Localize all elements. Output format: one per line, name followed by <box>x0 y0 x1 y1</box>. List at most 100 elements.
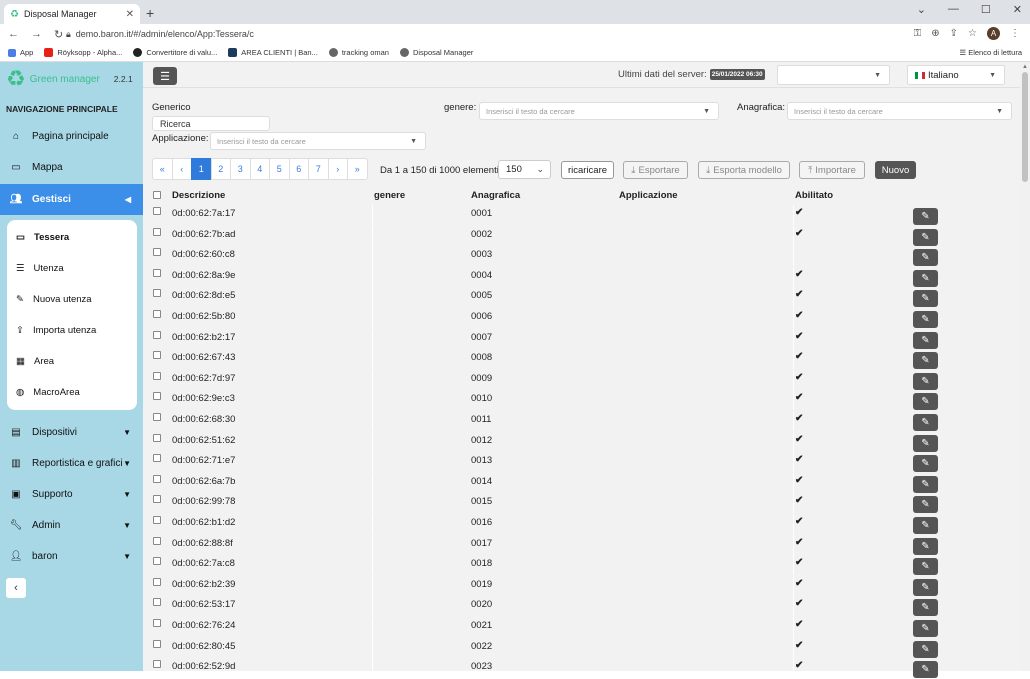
bookmark-disposal[interactable]: Disposal Manager <box>399 48 473 57</box>
row-checkbox[interactable] <box>153 619 161 627</box>
edit-button[interactable]: ✎ <box>913 558 938 576</box>
edit-button[interactable]: ✎ <box>913 352 938 370</box>
edit-button[interactable]: ✎ <box>913 475 938 493</box>
row-checkbox[interactable] <box>153 557 161 566</box>
share-icon[interactable]: ⇪ <box>950 28 958 39</box>
page-4[interactable]: 4 <box>249 158 270 180</box>
table-row[interactable]: 0d:00:62:8a:9e 0004 ✔ ✎ <box>143 266 1013 288</box>
table-row[interactable]: 0d:00:62:67:43 0008 ✔ ✎ <box>143 349 1013 370</box>
kebab-menu-icon[interactable]: ⋮ <box>1010 28 1020 39</box>
scroll-thumb[interactable] <box>1022 72 1028 182</box>
table-row[interactable]: 0d:00:62:88:8f 0017 ✔ ✎ <box>143 534 1013 556</box>
table-row[interactable]: 0d:00:62:60:c8 0003 ✎ <box>143 246 1013 267</box>
edit-button[interactable]: ✎ <box>913 578 938 596</box>
header-anagrafica[interactable]: Anagrafica <box>471 190 520 201</box>
edit-button[interactable]: ✎ <box>913 372 938 390</box>
key-icon[interactable]: ⚿ <box>914 28 922 39</box>
row-checkbox[interactable] <box>153 392 161 401</box>
table-row[interactable]: 0d:00:62:99:78 0015 ✔ ✎ <box>143 493 1013 514</box>
table-row[interactable]: 0d:00:62:52:9d 0023 ✔ ✎ <box>143 658 1013 679</box>
table-row[interactable]: 0d:00:62:5b:80 0006 ✔ ✎ <box>143 308 1013 329</box>
forward-icon[interactable]: → <box>31 28 42 41</box>
sidebar-item-gestisci[interactable]: 👥︎ Gestisci ◀ <box>0 184 143 215</box>
row-checkbox[interactable] <box>153 474 161 483</box>
table-row[interactable]: 0d:00:62:9e:c3 0010 ✔ ✎ <box>143 390 1013 411</box>
edit-button[interactable]: ✎ <box>913 269 938 287</box>
row-checkbox[interactable] <box>153 310 161 318</box>
per-page-select[interactable]: 150 ⌄ <box>498 160 551 179</box>
genere-search-select[interactable]: Inserisci il testo da cercare ▼ <box>479 102 719 120</box>
table-row[interactable]: 0d:00:62:b2:17 0007 ✔ ✎ <box>143 328 1013 350</box>
sidebar-item-map[interactable]: ▭ Mappa <box>0 152 143 183</box>
applicazione-search-select[interactable]: Inserisci il testo da cercare ▼ <box>210 132 426 150</box>
table-row[interactable]: 0d:00:62:53:17 0020 ✔ ✎ <box>143 596 1013 617</box>
submenu-item-utenza[interactable]: ☰ Utenza <box>7 253 137 284</box>
context-select[interactable]: ▼ <box>777 65 890 85</box>
edit-button[interactable]: ✎ <box>913 434 938 452</box>
edit-button[interactable]: ✎ <box>913 496 938 514</box>
export-button[interactable]: ⤓ Esportare <box>623 161 688 179</box>
row-checkbox[interactable] <box>153 227 161 236</box>
collapse-sidebar-button[interactable]: ‹ <box>6 578 26 598</box>
sidebar-item-admin[interactable]: 🔧︎ Admin ▼ <box>0 510 143 541</box>
star-icon[interactable]: ☆ <box>968 28 977 39</box>
table-row[interactable]: 0d:00:62:7a:c8 0018 ✔ ✎ <box>143 555 1013 576</box>
page-next[interactable]: › <box>327 158 348 180</box>
edit-button[interactable]: ✎ <box>913 331 938 349</box>
row-checkbox[interactable] <box>153 268 161 277</box>
edit-button[interactable]: ✎ <box>913 620 938 637</box>
close-window-icon[interactable]: ✕ <box>1013 3 1022 16</box>
sidebar-item-reportistica[interactable]: ▥ Reportistica e grafici ▼ <box>0 448 143 479</box>
submenu-item-importa-utenza[interactable]: ⇪ Importa utenza <box>7 315 137 346</box>
avatar[interactable]: A <box>987 27 1000 40</box>
edit-button[interactable]: ✎ <box>913 393 938 411</box>
edit-button[interactable]: ✎ <box>913 537 938 555</box>
table-row[interactable]: 0d:00:62:7a:17 0001 ✔ ✎ <box>143 205 1013 226</box>
row-checkbox[interactable] <box>153 495 161 504</box>
table-row[interactable]: 0d:00:62:51:62 0012 ✔ ✎ <box>143 431 1013 453</box>
page-3[interactable]: 3 <box>230 158 251 180</box>
row-checkbox[interactable] <box>153 351 161 360</box>
table-row[interactable]: 0d:00:62:b1:d2 0016 ✔ ✎ <box>143 514 1013 535</box>
header-applicazione[interactable]: Applicazione <box>619 190 678 201</box>
reload-icon[interactable]: ↻ <box>54 28 63 41</box>
table-row[interactable]: 0d:00:62:b2:39 0019 ✔ ✎ <box>143 575 1013 597</box>
row-checkbox[interactable] <box>153 207 161 215</box>
anagrafica-search-select[interactable]: Inserisci il testo da cercare ▼ <box>787 102 1012 120</box>
reload-button[interactable]: ricaricare <box>561 161 614 179</box>
close-tab-icon[interactable]: ✕ <box>126 9 134 20</box>
language-select[interactable]: Italiano ▼ <box>907 65 1005 85</box>
zoom-icon[interactable]: ⊕ <box>931 28 939 39</box>
header-descrizione[interactable]: Descrizione <box>172 190 225 201</box>
menu-toggle-button[interactable]: ☰ <box>153 67 177 85</box>
table-row[interactable]: 0d:00:62:6a:7b 0014 ✔ ✎ <box>143 472 1013 494</box>
minimize-icon[interactable]: — <box>948 3 959 16</box>
submenu-item-tessera[interactable]: ▭ Tessera <box>7 222 137 253</box>
table-row[interactable]: 0d:00:62:7d:97 0009 ✔ ✎ <box>143 369 1013 391</box>
export-model-button[interactable]: ⤓ Esporta modello <box>698 161 790 179</box>
table-row[interactable]: 0d:00:62:8d:e5 0005 ✔ ✎ <box>143 287 1013 308</box>
row-checkbox[interactable] <box>153 433 161 442</box>
edit-button[interactable]: ✎ <box>913 311 938 328</box>
edit-button[interactable]: ✎ <box>913 208 938 225</box>
new-tab-icon[interactable]: + <box>146 5 154 21</box>
bookmark-youtube[interactable]: Röyksopp - Alpha... <box>44 48 122 57</box>
sidebar-item-dispositivi[interactable]: ▤ Dispositivi ▼ <box>0 417 143 448</box>
row-checkbox[interactable] <box>153 660 161 669</box>
edit-button[interactable]: ✎ <box>913 661 938 679</box>
header-abilitato[interactable]: Abilitato <box>795 190 833 201</box>
bookmark-tracking[interactable]: tracking oman <box>328 48 389 57</box>
ricerca-input[interactable]: Ricerca <box>152 116 270 131</box>
table-row[interactable]: 0d:00:62:71:e7 0013 ✔ ✎ <box>143 452 1013 473</box>
submenu-item-macroarea[interactable]: ◍ MacroArea <box>7 377 137 408</box>
table-row[interactable]: 0d:00:62:7b:ad 0002 ✔ ✎ <box>143 225 1013 247</box>
submenu-item-nuova-utenza[interactable]: ✎ Nuova utenza <box>7 284 137 315</box>
sidebar-item-home[interactable]: ⌂ Pagina principale <box>0 121 143 152</box>
url-field[interactable]: 🔒︎ demo.baron.it/#/admin/elenco/App:Tess… <box>66 27 254 41</box>
edit-button[interactable]: ✎ <box>913 228 938 246</box>
bookmark-area-clienti[interactable]: AREA CLIENTI | Ban... <box>228 48 318 57</box>
row-checkbox[interactable] <box>153 536 161 545</box>
submenu-item-area[interactable]: ▦ Area <box>7 346 137 377</box>
page-last[interactable]: » <box>347 158 368 180</box>
row-checkbox[interactable] <box>153 330 161 339</box>
